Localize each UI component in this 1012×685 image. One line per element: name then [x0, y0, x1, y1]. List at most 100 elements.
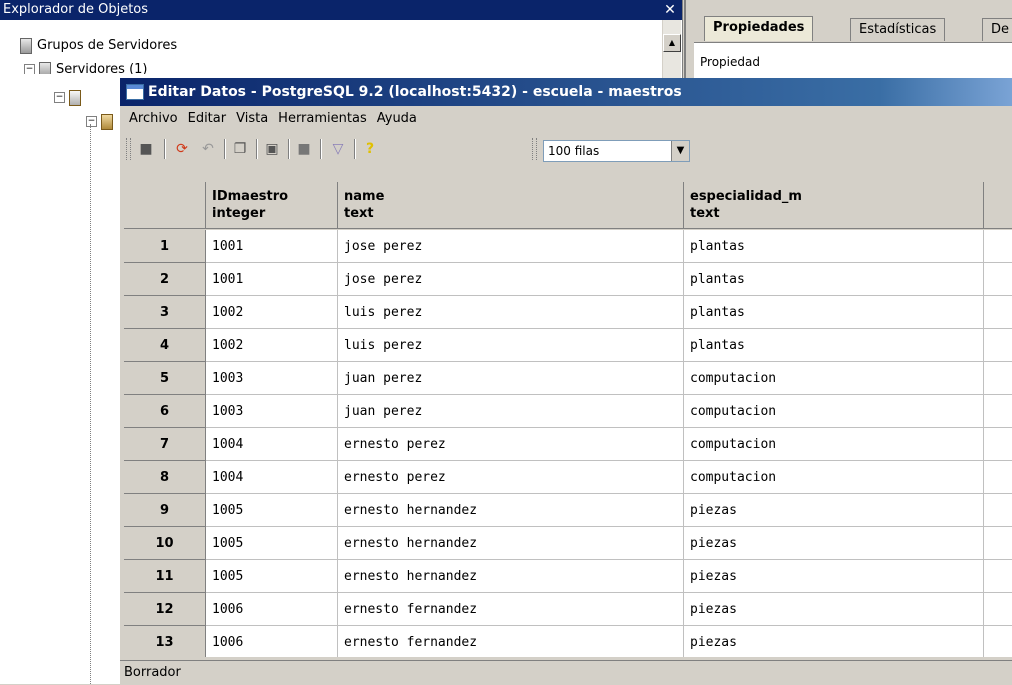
cell-idmaestro[interactable]: 1005	[206, 494, 338, 527]
table-row[interactable]: 7 1004 ernesto perez computacion	[124, 428, 1012, 461]
edit-window-title-bar[interactable]: Editar Datos - PostgreSQL 9.2 (localhost…	[120, 78, 1012, 106]
cell-idmaestro[interactable]: 1002	[206, 329, 338, 362]
table-row[interactable]: 5 1003 juan perez computacion	[124, 362, 1012, 395]
cell-empty[interactable]	[984, 362, 1012, 395]
scroll-up-icon[interactable]: ▲	[663, 34, 681, 52]
cell-empty[interactable]	[984, 395, 1012, 428]
tree-item-servers[interactable]: − Servidores (1)	[24, 60, 147, 74]
row-number[interactable]: 8	[124, 461, 206, 494]
cell-name[interactable]: jose perez	[338, 263, 684, 296]
row-number[interactable]: 5	[124, 362, 206, 395]
cell-name[interactable]: ernesto hernandez	[338, 560, 684, 593]
menu-archivo[interactable]: Archivo	[124, 108, 183, 130]
row-number[interactable]: 4	[124, 329, 206, 362]
cell-empty[interactable]	[984, 593, 1012, 626]
menu-ayuda[interactable]: Ayuda	[372, 108, 422, 130]
cell-especialidad[interactable]: piezas	[684, 494, 984, 527]
close-icon[interactable]: ✕	[662, 0, 678, 20]
table-row[interactable]: 1 1001 jose perez plantas	[124, 230, 1012, 263]
row-header-corner[interactable]	[124, 182, 206, 229]
cell-name[interactable]: ernesto fernandez	[338, 626, 684, 657]
tree-item-server-groups[interactable]: Grupos de Servidores	[20, 36, 177, 56]
table-row[interactable]: 2 1001 jose perez plantas	[124, 263, 1012, 296]
cell-especialidad[interactable]: computacion	[684, 395, 984, 428]
filter-icon[interactable]: ▽	[328, 140, 348, 158]
cell-empty[interactable]	[984, 296, 1012, 329]
cell-especialidad[interactable]: plantas	[684, 263, 984, 296]
cell-empty[interactable]	[984, 329, 1012, 362]
cell-especialidad[interactable]: plantas	[684, 329, 984, 362]
menu-vista[interactable]: Vista	[231, 108, 273, 130]
chevron-down-icon[interactable]: ▼	[671, 141, 689, 161]
tab-dependencies[interactable]: De	[982, 18, 1012, 41]
cell-idmaestro[interactable]: 1005	[206, 527, 338, 560]
undo-icon[interactable]: ↶	[198, 140, 218, 158]
collapse-icon[interactable]: −	[24, 64, 35, 74]
cell-idmaestro[interactable]: 1006	[206, 626, 338, 657]
cell-empty[interactable]	[984, 263, 1012, 296]
help-icon[interactable]: ?	[360, 140, 380, 158]
rows-limit-select[interactable]: 100 filas ▼	[543, 140, 690, 162]
row-number[interactable]: 13	[124, 626, 206, 657]
cell-idmaestro[interactable]: 1006	[206, 593, 338, 626]
cell-empty[interactable]	[984, 626, 1012, 657]
table-row[interactable]: 8 1004 ernesto perez computacion	[124, 461, 1012, 494]
save-icon[interactable]: ■	[136, 140, 156, 158]
cell-idmaestro[interactable]: 1005	[206, 560, 338, 593]
cell-idmaestro[interactable]: 1004	[206, 428, 338, 461]
row-number[interactable]: 1	[124, 230, 206, 263]
cell-empty[interactable]	[984, 428, 1012, 461]
tree-item-server[interactable]: −	[54, 88, 86, 108]
cell-idmaestro[interactable]: 1003	[206, 362, 338, 395]
row-number[interactable]: 12	[124, 593, 206, 626]
cell-name[interactable]: ernesto perez	[338, 461, 684, 494]
refresh-icon[interactable]: ⟳	[172, 140, 192, 158]
table-row[interactable]: 4 1002 luis perez plantas	[124, 329, 1012, 362]
table-row[interactable]: 6 1003 juan perez computacion	[124, 395, 1012, 428]
toolbar-grip[interactable]	[532, 138, 537, 160]
row-number[interactable]: 2	[124, 263, 206, 296]
collapse-icon[interactable]: −	[86, 116, 97, 127]
cell-especialidad[interactable]: computacion	[684, 362, 984, 395]
cell-especialidad[interactable]: piezas	[684, 593, 984, 626]
cell-especialidad[interactable]: plantas	[684, 230, 984, 263]
cell-empty[interactable]	[984, 230, 1012, 263]
table-row[interactable]: 10 1005 ernesto hernandez piezas	[124, 527, 1012, 560]
cell-especialidad[interactable]: piezas	[684, 626, 984, 657]
cell-especialidad[interactable]: piezas	[684, 560, 984, 593]
column-header-idmaestro[interactable]: IDmaestro integer	[206, 182, 338, 229]
cell-idmaestro[interactable]: 1003	[206, 395, 338, 428]
row-number[interactable]: 6	[124, 395, 206, 428]
tab-statistics[interactable]: Estadísticas	[850, 18, 946, 41]
row-number[interactable]: 3	[124, 296, 206, 329]
cell-name[interactable]: luis perez	[338, 296, 684, 329]
cell-name[interactable]: ernesto hernandez	[338, 527, 684, 560]
cell-especialidad[interactable]: computacion	[684, 428, 984, 461]
cell-idmaestro[interactable]: 1001	[206, 263, 338, 296]
cell-name[interactable]: juan perez	[338, 362, 684, 395]
cell-especialidad[interactable]: computacion	[684, 461, 984, 494]
menu-herramientas[interactable]: Herramientas	[273, 108, 372, 130]
column-header-name[interactable]: name text	[338, 182, 684, 229]
table-row[interactable]: 11 1005 ernesto hernandez piezas	[124, 560, 1012, 593]
cell-especialidad[interactable]: plantas	[684, 296, 984, 329]
cell-empty[interactable]	[984, 461, 1012, 494]
cell-idmaestro[interactable]: 1001	[206, 230, 338, 263]
cell-empty[interactable]	[984, 527, 1012, 560]
cell-especialidad[interactable]: piezas	[684, 527, 984, 560]
cell-name[interactable]: luis perez	[338, 329, 684, 362]
row-number[interactable]: 11	[124, 560, 206, 593]
cell-empty[interactable]	[984, 494, 1012, 527]
table-row[interactable]: 12 1006 ernesto fernandez piezas	[124, 593, 1012, 626]
row-number[interactable]: 9	[124, 494, 206, 527]
table-row[interactable]: 3 1002 luis perez plantas	[124, 296, 1012, 329]
cell-name[interactable]: jose perez	[338, 230, 684, 263]
table-row[interactable]: 13 1006 ernesto fernandez piezas	[124, 626, 1012, 657]
table-row[interactable]: 9 1005 ernesto hernandez piezas	[124, 494, 1012, 527]
row-number[interactable]: 7	[124, 428, 206, 461]
copy-icon[interactable]: ❐	[230, 140, 250, 158]
cell-name[interactable]: ernesto fernandez	[338, 593, 684, 626]
delete-icon[interactable]: ■	[294, 140, 314, 158]
toolbar-grip[interactable]	[126, 138, 131, 160]
collapse-icon[interactable]: −	[54, 92, 65, 103]
